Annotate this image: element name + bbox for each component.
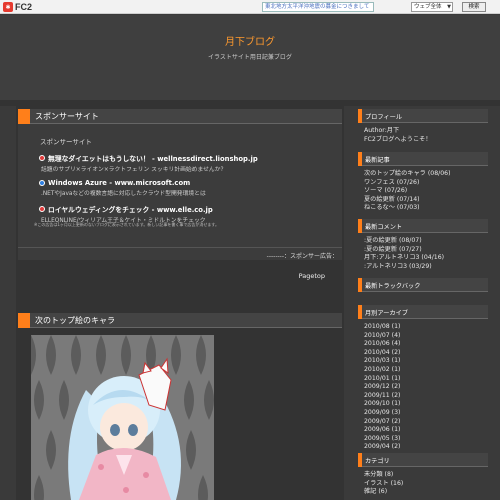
archive-link[interactable]: 2009/04 (2) [364, 443, 488, 452]
plugin-title: 月別アーカイブ [365, 310, 408, 317]
fc2-logo-text: FC2 [15, 2, 33, 12]
trackbacks-plugin: 最新トラックバック [358, 278, 488, 292]
plugin-header: 最新コメント [358, 219, 488, 233]
sponsor-footer-text[interactable]: --------：スポンサー広告： [267, 251, 338, 260]
plugin-header: 最新記事 [358, 152, 488, 166]
plugin-title: 最新トラックバック [365, 283, 421, 290]
blog-header: 月下ブログ イラストサイト用日記兼ブログ [0, 15, 500, 100]
profile-author: Author:月下 [364, 127, 400, 134]
archive-link[interactable]: 2009/05 (3) [364, 435, 488, 444]
plugin-title: プロフィール [365, 114, 403, 121]
archive-link[interactable]: 2009/11 (2) [364, 392, 488, 401]
archive-link[interactable]: 2010/03 (1) [364, 357, 488, 366]
blog-title[interactable]: 月下ブログ [0, 33, 500, 48]
recent-entry-link[interactable]: ねこるな～ (07/03) [364, 204, 488, 213]
ad-title[interactable]: 無理なダイエットはもうしない！ - wellnessdirect.lionsho… [48, 153, 258, 163]
profile-welcome: FC2ブログへようこそ！ [364, 135, 432, 143]
plugin-header: カテゴリ [358, 453, 488, 467]
recent-comment-link[interactable]: :夏の絵更新 (07/27) [364, 246, 488, 255]
archive-link[interactable]: 2010/06 (4) [364, 340, 488, 349]
archive-link[interactable]: 2010/01 (1) [364, 375, 488, 384]
archive-link[interactable]: 2009/10 (1) [364, 400, 488, 409]
archive-link[interactable]: 2010/02 (1) [364, 366, 488, 375]
heading-marker [18, 313, 30, 328]
fc2-logo-icon: ✱ [3, 2, 13, 12]
recent-comment-link[interactable]: :アルトネリコ3 (03/29) [364, 263, 488, 272]
blog-subtitle: イラストサイト用日記兼ブログ [208, 54, 292, 61]
recent-entry-link[interactable]: ワンフェス (07/26) [364, 179, 488, 188]
sponsor-heading-bar: スポンサーサイト [18, 109, 342, 124]
category-link[interactable]: イラスト (16) [364, 480, 488, 489]
ad-description: 話題のサプリ×ライオン×ラクトフェリン スッキリ計画始めませんか？ [41, 167, 227, 173]
archive-link[interactable]: 2009/06 (1) [364, 426, 488, 435]
plugin-header: プロフィール [358, 109, 488, 123]
ad-title[interactable]: ロイヤルウェディングをチェック - www.elle.co.jp [48, 204, 213, 214]
heading-marker [18, 109, 30, 124]
ad-item[interactable]: ロイヤルウェディングをチェック - www.elle.co.jp ELLEONL… [39, 204, 213, 224]
notice-link[interactable]: 東北地方太平洋沖地震の募金につきまして [262, 2, 374, 12]
heading-marker [358, 219, 362, 233]
entry-heading-bar: 次のトップ絵のキャラ [18, 313, 342, 328]
entry-illustration[interactable] [31, 335, 214, 500]
illustration-image [31, 335, 214, 500]
archive-link[interactable]: 2010/07 (4) [364, 332, 488, 341]
heading-marker [358, 278, 362, 292]
heading-marker [358, 109, 362, 123]
ad-note: ※この広告は1ヶ月以上更新のないブログに表示されています。新しい記事を書く事で広… [34, 222, 219, 227]
fc2-toolbar: ✱ FC2 東北地方太平洋沖地震の募金につきまして ウェブ全体 ▼ 検索 [0, 0, 500, 14]
recent-entry-link[interactable]: 次のトップ絵のキャラ (08/06) [364, 170, 488, 179]
archive-link[interactable]: 2010/08 (1) [364, 323, 488, 332]
ad-item[interactable]: 無理なダイエットはもうしない！ - wellnessdirect.lionsho… [39, 153, 258, 173]
recent-entry-link[interactable]: ソーマ (07/26) [364, 187, 488, 196]
archive-link[interactable]: 2009/09 (3) [364, 409, 488, 418]
heading-marker [358, 152, 362, 166]
sponsor-heading[interactable]: スポンサーサイト [35, 111, 99, 122]
recent-entries-plugin: 最新記事 次のトップ絵のキャラ (08/06) ワンフェス (07/26) ソー… [358, 152, 488, 213]
profile-plugin: プロフィール Author:月下 FC2ブログへようこそ！ [358, 109, 488, 144]
category-link[interactable]: 雑記 (6) [364, 488, 488, 497]
ad-bullet-icon [39, 206, 45, 212]
ad-description: .NETやJavaなどの複数言語に対応したクラウド型開発環境とは [41, 191, 206, 197]
search-button[interactable]: 検索 [462, 2, 486, 12]
recent-comment-link[interactable]: 月下:アルトネリコ3 (04/16) [364, 254, 488, 263]
heading-marker [358, 453, 362, 467]
sidebar: プロフィール Author:月下 FC2ブログへようこそ！ 最新記事 次のトップ… [358, 106, 488, 500]
search-scope-value: ウェブ全体 [414, 4, 442, 10]
fc2-logo[interactable]: ✱ FC2 [3, 2, 32, 12]
archive-plugin: 月別アーカイブ 2010/08 (1) 2010/07 (4) 2010/06 … [358, 305, 488, 452]
chevron-down-icon: ▼ [447, 4, 451, 10]
entry-title[interactable]: 次のトップ絵のキャラ [35, 315, 115, 326]
ad-bullet-icon [39, 155, 45, 161]
archive-link[interactable]: 2009/12 (2) [364, 383, 488, 392]
plugin-title: カテゴリ [365, 458, 390, 465]
pagetop-link[interactable]: Pagetop [299, 272, 325, 280]
ad-title[interactable]: Windows Azure - www.microsoft.com [48, 179, 190, 187]
plugin-header: 最新トラックバック [358, 278, 488, 292]
heading-marker [358, 305, 362, 319]
sponsor-footer: --------：スポンサー広告： [18, 247, 342, 260]
sponsor-label: スポンサーサイト [40, 138, 92, 146]
recent-comment-link[interactable]: :夏の絵更新 (08/07) [364, 237, 488, 246]
archive-link[interactable]: 2010/04 (2) [364, 349, 488, 358]
ad-item[interactable]: Windows Azure - www.microsoft.com .NETやJ… [39, 179, 206, 197]
recent-comments-plugin: 最新コメント :夏の絵更新 (08/07) :夏の絵更新 (07/27) 月下:… [358, 219, 488, 271]
plugin-header: 月別アーカイブ [358, 305, 488, 319]
plugin-title: 最新記事 [365, 157, 390, 164]
search-scope-select[interactable]: ウェブ全体 ▼ [411, 2, 453, 12]
category-link[interactable]: 未分類 (8) [364, 471, 488, 480]
archive-link[interactable]: 2009/07 (2) [364, 418, 488, 427]
plugin-title: 最新コメント [365, 224, 403, 231]
recent-entry-link[interactable]: 夏の絵更新 (07/14) [364, 196, 488, 205]
categories-plugin: カテゴリ 未分類 (8) イラスト (16) 雑記 (6) [358, 453, 488, 497]
main-column: スポンサーサイト スポンサーサイト 無理なダイエットはもうしない！ - well… [16, 106, 344, 500]
ad-bullet-icon [39, 180, 45, 186]
